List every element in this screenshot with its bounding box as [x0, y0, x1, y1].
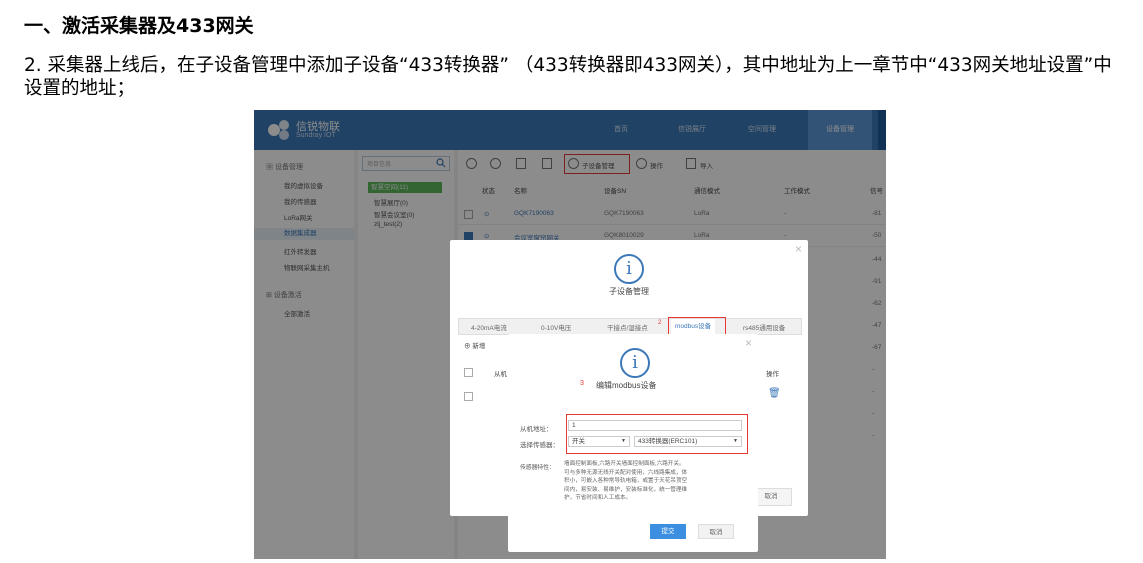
doc-paragraph: 2. 采集器上线后，在子设备管理中添加子设备“433转换器” （433转换器即4… — [24, 55, 1112, 99]
trash-icon[interactable]: 🗑 — [768, 388, 781, 399]
tab-bar: 4-20mA电流 0-10V电压 干接点/湿接点 modbus设备 rs485通… — [458, 318, 802, 335]
sensor-type-select[interactable]: 开关 ▼ — [568, 436, 630, 447]
dialog-title: 编辑modbus设备 — [596, 381, 657, 390]
step-marker: 2 — [658, 320, 662, 326]
tab-voltage[interactable]: 0-10V电压 — [541, 322, 571, 332]
add-button[interactable]: ⊕ 新增 — [464, 340, 485, 350]
info-icon: i — [620, 348, 650, 378]
cancel-button[interactable]: 取消 — [698, 524, 734, 539]
header-checkbox[interactable] — [464, 368, 473, 377]
sensor-label: 选择传感器： — [520, 442, 559, 449]
sensor-desc-label: 传感器特性： — [520, 465, 555, 471]
slave-address-label: 从机地址： — [520, 426, 553, 433]
close-icon[interactable]: × — [795, 242, 802, 256]
sensor-model-select[interactable]: 433转换器(ERC101) ▼ — [634, 436, 742, 447]
step-marker: 3 — [580, 380, 584, 387]
submit-button[interactable]: 提交 — [650, 524, 686, 539]
slave-address-input[interactable]: 1 — [568, 420, 742, 431]
edit-modbus-dialog: × i 3 编辑modbus设备 从机地址： 1 选择传感器： 开关 ▼ 433转… — [508, 334, 758, 552]
info-icon: i — [614, 254, 644, 284]
sensor-description: 墙面控制面板,六路开关墙面控制面板,六路开关。可与多种无源无线开关配对使用，六线… — [564, 461, 688, 501]
tab-rs485[interactable]: rs485通用设备 — [743, 322, 785, 332]
highlight-box — [668, 317, 726, 335]
col-slave: 从机 — [494, 371, 507, 378]
embedded-screenshot: 信锐物联 Sundray IOT 首页 信锐展厅 空间管理 设备管理 ▦ 设备管… — [254, 110, 886, 559]
dialog-title: 子设备管理 — [609, 287, 649, 296]
doc-heading: 一、激活采集器及433网关 — [24, 15, 254, 37]
tab-contact[interactable]: 干接点/湿接点 — [607, 322, 648, 332]
caret-down-icon: ▼ — [733, 438, 738, 444]
tab-current[interactable]: 4-20mA电流 — [471, 322, 507, 332]
row-checkbox[interactable] — [464, 392, 473, 401]
close-icon[interactable]: × — [745, 336, 752, 350]
caret-down-icon: ▼ — [621, 438, 626, 444]
col-op: 操作 — [766, 371, 779, 378]
